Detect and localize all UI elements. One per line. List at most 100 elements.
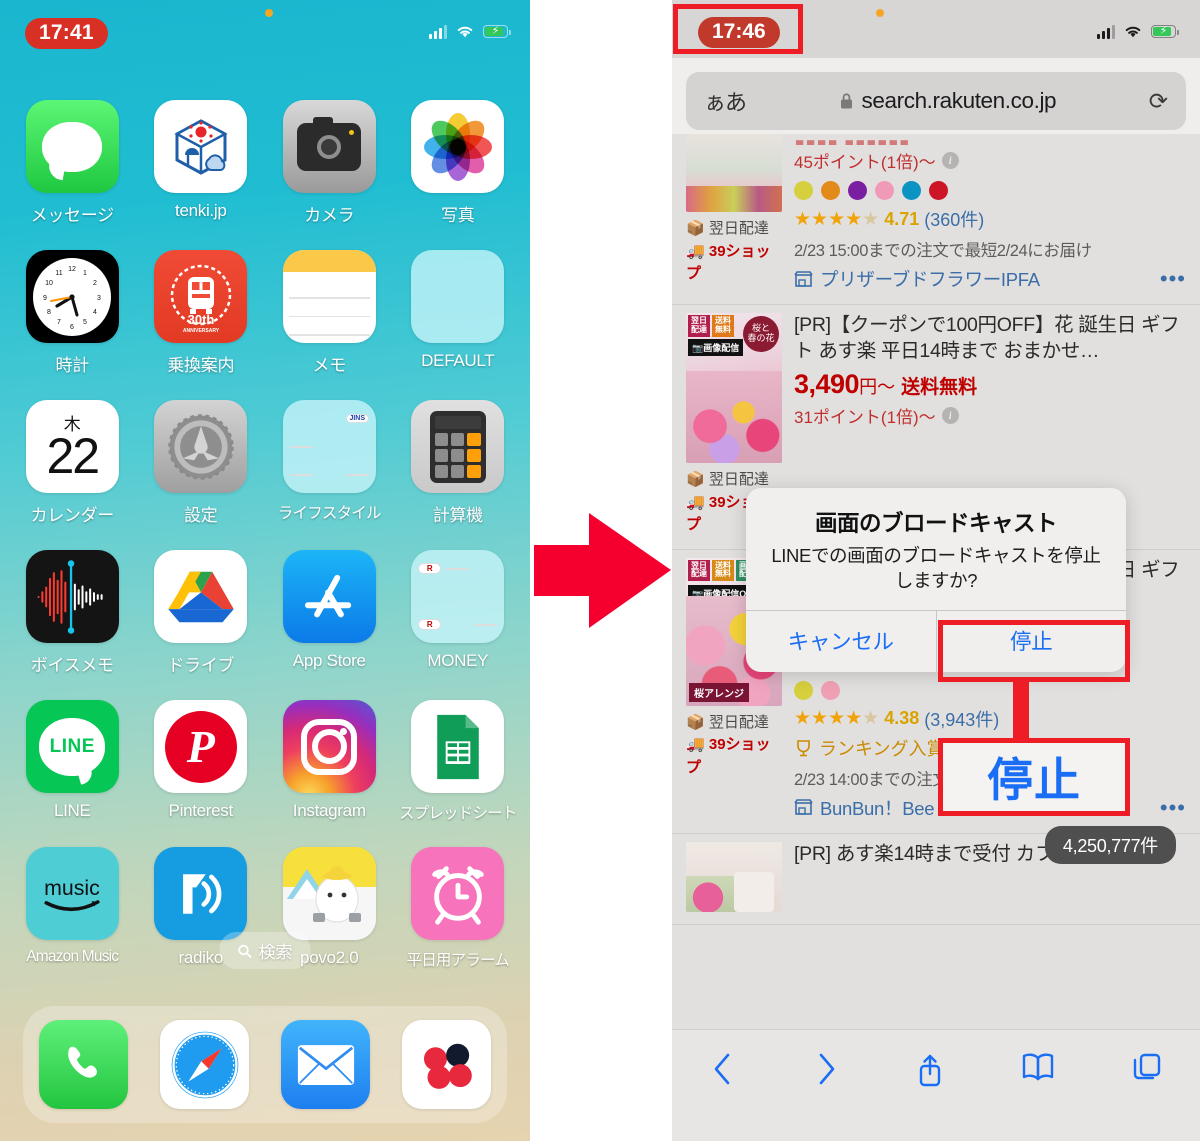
color-swatches[interactable] xyxy=(794,680,1186,700)
app-messages[interactable]: メッセージ xyxy=(8,100,137,226)
shop-name: プリザーブドフラワーIPFA xyxy=(820,269,1040,290)
app-tenki-jp[interactable]: tenki.jp xyxy=(137,100,266,226)
shop-link[interactable]: プリザーブドフラワーIPFA xyxy=(794,266,1040,292)
right-arrow xyxy=(534,503,674,638)
product-thumbnail[interactable]: 📦 翌日配達 🚚 39ショップ xyxy=(686,134,782,292)
app-amazon-music[interactable]: music Amazon Music xyxy=(8,847,137,970)
safari-url-bar[interactable]: ぁあ search.rakuten.co.jp ⟳ xyxy=(686,72,1186,130)
four-petal-icon[interactable] xyxy=(402,1020,491,1109)
app-google-drive[interactable]: ドライブ xyxy=(137,550,266,676)
app-weekday-alarm[interactable]: 平日用アラーム xyxy=(394,847,523,970)
chevron-left-icon[interactable] xyxy=(710,1052,736,1091)
info-icon[interactable]: i xyxy=(941,407,959,425)
app-folder-lifestyle[interactable]: JINS ライフスタイル xyxy=(265,400,394,526)
delivery-text: 2/23 15:00までの注文で最短2/24にお届け xyxy=(794,242,1092,260)
app-pinterest[interactable]: P Pinterest xyxy=(137,700,266,823)
cellular-signal-icon xyxy=(429,24,447,39)
thumbnail-image: 翌日 配達 送料 無料 📷画像配信 桜と 春の花 xyxy=(686,313,782,463)
product-result-row[interactable]: 📦 翌日配達 🚚 39ショップ ▮▮▮▮ ▮▮▮▮▮▮ 45ポ xyxy=(672,134,1200,305)
app-label: ライフスタイル xyxy=(277,505,382,522)
stop-button[interactable]: 停止 xyxy=(935,610,1127,672)
app-calculator[interactable]: 計算機 xyxy=(394,400,523,526)
app-label: 時計 xyxy=(55,356,90,375)
more-dots-icon[interactable]: ••• xyxy=(1160,797,1186,819)
color-swatch[interactable] xyxy=(794,181,813,200)
app-calendar[interactable]: 木 22 カレンダー xyxy=(8,400,137,526)
instagram-icon xyxy=(282,700,376,793)
truck-icon: 🚚 xyxy=(686,736,705,753)
shop39-badge: 🚚 39ショップ xyxy=(686,242,771,283)
book-icon[interactable] xyxy=(1021,1052,1055,1087)
app-google-sheets[interactable]: スプレッドシート xyxy=(394,700,523,823)
app-norikae-annai[interactable]: 30th ANNIVERSARY 乗換案内 xyxy=(137,250,266,376)
home-search-pill[interactable]: 検索 xyxy=(219,932,311,969)
app-label: ボイスメモ xyxy=(30,656,114,675)
tabs-icon[interactable] xyxy=(1132,1052,1162,1089)
app-notes[interactable]: メモ xyxy=(265,250,394,376)
thumb-bottom-badge: 桜アレンジ xyxy=(689,682,749,702)
color-swatch[interactable] xyxy=(875,181,894,200)
reload-icon[interactable]: ⟳ xyxy=(1149,88,1168,115)
app-label: DEFAULT xyxy=(421,351,495,370)
folder-default-icon xyxy=(411,250,505,343)
cancel-button[interactable]: キャンセル xyxy=(746,611,936,672)
app-label: メモ xyxy=(312,356,347,375)
product-title[interactable]: [PR]【クーポンで100円OFF】花 誕生日 ギフト あす楽 平日14時まで … xyxy=(794,313,1186,364)
app-label: ドライブ xyxy=(167,656,235,675)
app-settings[interactable]: 設定 xyxy=(137,400,266,526)
cellular-signal-icon xyxy=(1097,24,1115,39)
more-dots-icon[interactable]: ••• xyxy=(1160,268,1186,290)
share-icon[interactable] xyxy=(915,1052,945,1093)
app-folder-default[interactable]: DEFAULT xyxy=(394,250,523,376)
svg-text:5: 5 xyxy=(83,319,87,326)
dialog-header: 画面のブロードキャスト LINEでの画面のブロードキャストを停止しますか? xyxy=(746,488,1126,610)
wifi-icon xyxy=(457,26,473,38)
voice-memos-icon xyxy=(25,550,119,643)
app-folder-money[interactable]: R R MONEY xyxy=(394,550,523,676)
app-app-store[interactable]: App Store xyxy=(265,550,394,676)
app-instagram[interactable]: Instagram xyxy=(265,700,394,823)
color-swatch[interactable] xyxy=(794,680,813,700)
tenki-jp-icon xyxy=(154,100,248,193)
chevron-right-icon[interactable] xyxy=(813,1052,839,1091)
color-swatches[interactable] xyxy=(794,181,1186,200)
app-camera[interactable]: カメラ xyxy=(265,100,394,226)
product-price: 3,490円〜 送料無料 xyxy=(794,369,1186,400)
safari-compass-icon[interactable] xyxy=(160,1020,249,1109)
battery-charging-icon: ⚡ xyxy=(1151,25,1179,38)
screenshot-stage: 17:41 ⚡ メッセージ tenki.jp カメラ 写真 12 1 2 3 4… xyxy=(0,0,1200,1141)
color-swatch[interactable] xyxy=(821,181,840,200)
store-icon xyxy=(794,799,813,816)
product-thumbnail[interactable] xyxy=(686,841,782,912)
shop-link[interactable]: BunBun！Bee xyxy=(794,795,935,821)
color-swatch[interactable] xyxy=(848,181,867,200)
color-swatch[interactable] xyxy=(929,181,948,200)
app-label: MONEY xyxy=(427,651,489,670)
star-rating-icon: ★★★★★ xyxy=(794,208,880,230)
review-count: (360件) xyxy=(924,210,985,230)
search-icon xyxy=(238,944,252,958)
color-swatch[interactable] xyxy=(821,680,840,700)
app-label: App Store xyxy=(292,651,366,670)
store-icon xyxy=(794,270,813,287)
time-highlight-box xyxy=(673,4,803,54)
svg-text:6: 6 xyxy=(70,324,74,331)
product-points: 31ポイント(1倍)〜 i xyxy=(794,403,1186,428)
phone-icon[interactable] xyxy=(39,1020,128,1109)
app-clock[interactable]: 12 1 2 345 678 9 10 11 時計 xyxy=(8,250,137,376)
info-icon[interactable]: i xyxy=(941,152,959,169)
app-line[interactable]: LINE LINE xyxy=(8,700,137,823)
app-label: カメラ xyxy=(304,206,355,225)
home-dock xyxy=(23,1006,507,1123)
dialog-title: 画面のブロードキャスト xyxy=(814,511,1058,536)
star-rating-icon: ★★★★★ xyxy=(794,708,880,730)
svg-text:12: 12 xyxy=(68,266,76,273)
text-size-button[interactable]: ぁあ xyxy=(704,85,747,117)
shop39-badge: 🚚 39ショップ xyxy=(686,736,771,776)
color-swatch[interactable] xyxy=(902,181,921,200)
app-photos[interactable]: 写真 xyxy=(394,100,523,226)
dialog-buttons: キャンセル 停止 xyxy=(746,609,1127,672)
shop-row: プリザーブドフラワーIPFA ••• xyxy=(794,266,1186,292)
app-voice-memos[interactable]: ボイスメモ xyxy=(8,550,137,676)
mail-envelope-icon[interactable] xyxy=(281,1020,370,1109)
